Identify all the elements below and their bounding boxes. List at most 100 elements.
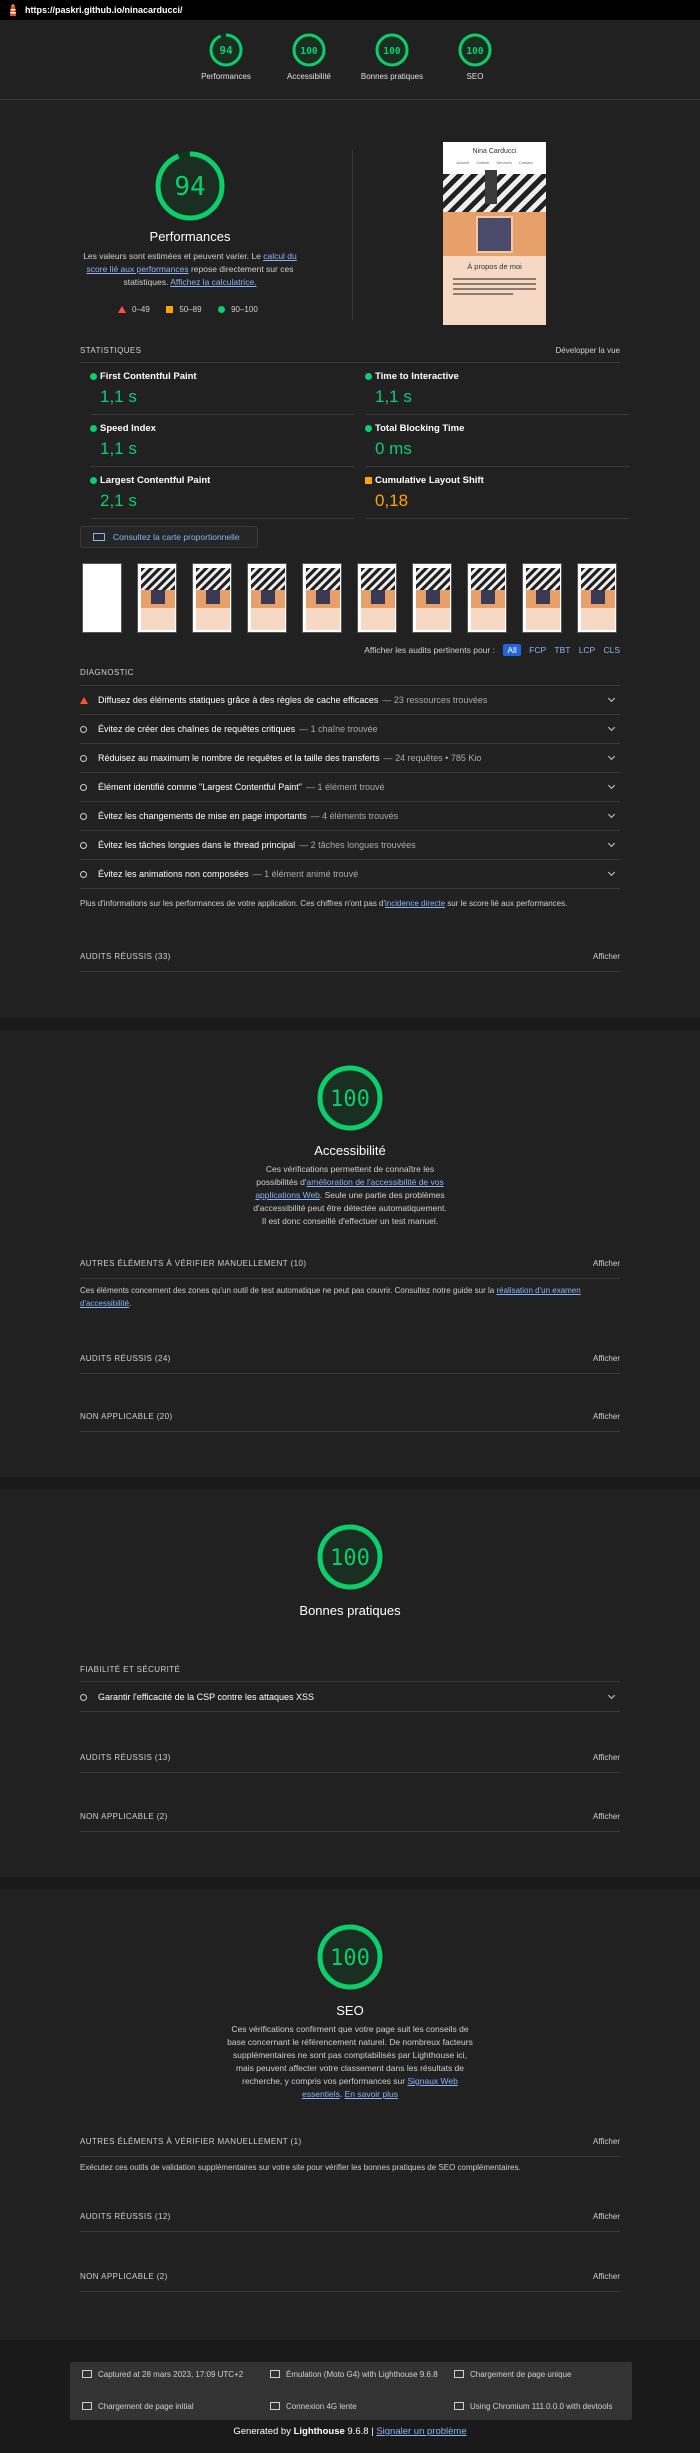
preview-photo bbox=[476, 216, 513, 253]
accessibility-gauge-icon: 100 bbox=[292, 33, 326, 67]
device-icon bbox=[270, 2370, 280, 2378]
audit-title: Évitez les changements de mise en page i… bbox=[98, 811, 307, 821]
not-applicable-seo[interactable]: Non applicable (2) Afficher bbox=[80, 2262, 620, 2292]
single-load-text: Chargement de page unique bbox=[470, 2370, 572, 2379]
preview-figure bbox=[485, 170, 497, 204]
desc-text: Les valeurs sont estimées et peuvent var… bbox=[83, 251, 264, 261]
gauge-score: 94 bbox=[219, 44, 233, 57]
preview-text-line bbox=[453, 278, 536, 280]
gauge-seo[interactable]: 100 SEO bbox=[435, 32, 515, 81]
report-issue-link[interactable]: Signaler un problème bbox=[376, 2426, 466, 2437]
passed-audits-seo[interactable]: Audits réussis (12) Afficher bbox=[80, 2202, 620, 2232]
direct-impact-link[interactable]: incidence directe bbox=[385, 899, 445, 908]
filmstrip-frame bbox=[577, 563, 617, 633]
metric-value: 0,18 bbox=[375, 491, 409, 510]
filter-cls[interactable]: CLS bbox=[603, 645, 620, 655]
chromium-version-text: Using Chromium 111.0.0.0 with devtools bbox=[470, 2402, 613, 2411]
accessibility-score: 100 bbox=[330, 1087, 370, 1112]
audit-item[interactable]: Évitez de créer des chaînes de requêtes … bbox=[80, 715, 620, 744]
filter-all[interactable]: All bbox=[503, 644, 521, 656]
show-toggle[interactable]: Afficher bbox=[593, 1753, 620, 1762]
audit-item[interactable]: Diffusez des éléments statiques grâce à … bbox=[80, 686, 620, 715]
not-applicable-best-practices[interactable]: Non applicable (2) Afficher bbox=[80, 1802, 620, 1832]
group-title: Non applicable (20) bbox=[80, 1412, 173, 1421]
filmstrip-frame bbox=[357, 563, 397, 633]
filter-tbt[interactable]: TBT bbox=[554, 645, 570, 655]
passed-audits-performance[interactable]: Audits réussis (33) Afficher bbox=[80, 942, 620, 972]
generated-version: 9.6.8 | bbox=[344, 2426, 377, 2437]
seo-title: SEO bbox=[336, 2003, 364, 2018]
metric-filter: Afficher les audits pertinents pour : Al… bbox=[350, 644, 620, 656]
filter-lcp[interactable]: LCP bbox=[579, 645, 595, 655]
view-treemap-button[interactable]: Consultez la carte proportionnelle bbox=[80, 526, 258, 548]
chromium-version: Using Chromium 111.0.0.0 with devtools bbox=[454, 2400, 629, 2413]
chevron-down-icon[interactable] bbox=[607, 1691, 616, 1700]
manual-checks-seo[interactable]: Autres éléments à vérifier manuellement … bbox=[80, 2127, 620, 2157]
expand-view-toggle[interactable]: Développer la vue bbox=[556, 346, 620, 355]
score-legend: 0–49 50–89 90–100 bbox=[118, 305, 318, 315]
show-toggle[interactable]: Afficher bbox=[593, 1412, 620, 1421]
group-title: Audits réussis (33) bbox=[80, 952, 171, 961]
audit-item[interactable]: Élément identifié comme "Largest Content… bbox=[80, 773, 620, 802]
gauge-performance[interactable]: 94 Performances bbox=[186, 32, 266, 81]
passed-audits-best-practices[interactable]: Audits réussis (13) Afficher bbox=[80, 1743, 620, 1773]
show-toggle[interactable]: Afficher bbox=[593, 2272, 620, 2281]
audit-item[interactable]: Garantir l'efficacité de la CSP contre l… bbox=[80, 1683, 620, 1712]
note-text: Ces éléments concernent des zones qu'un … bbox=[80, 1286, 497, 1295]
final-screenshot[interactable]: Nina Carducci Accueil Galerie Services C… bbox=[443, 142, 546, 325]
show-toggle[interactable]: Afficher bbox=[593, 1259, 620, 1268]
seo-manual-note: Exécutez ces outils de validation supplé… bbox=[80, 2161, 620, 2174]
info-circle-icon bbox=[80, 812, 87, 820]
seo-description: Ces vérifications confirment que votre p… bbox=[225, 2023, 475, 2101]
manual-checks-accessibility[interactable]: Autres éléments à vérifier manuellement … bbox=[80, 1249, 620, 1279]
metric-tti: Time to Interactive 1,1 s bbox=[365, 363, 630, 415]
show-toggle[interactable]: Afficher bbox=[593, 1812, 620, 1821]
chevron-down-icon[interactable] bbox=[607, 839, 616, 848]
chevron-down-icon[interactable] bbox=[607, 694, 616, 703]
chevron-down-icon[interactable] bbox=[607, 781, 616, 790]
preview-section-title: À propos de moi bbox=[467, 262, 522, 271]
audit-item[interactable]: Évitez les tâches longues dans le thread… bbox=[80, 831, 620, 860]
audit-item[interactable]: Évitez les animations non composées — 1 é… bbox=[80, 860, 620, 889]
filmstrip-frame bbox=[192, 563, 232, 633]
learn-more-link[interactable]: En savoir plus bbox=[345, 2089, 398, 2099]
gauge-accessibility[interactable]: 100 Accessibilité bbox=[269, 32, 349, 81]
pass-icon bbox=[365, 425, 372, 432]
metrics-header-title: Statistiques bbox=[80, 346, 142, 355]
audit-detail: — 23 ressources trouvées bbox=[382, 695, 488, 705]
note-text: sur le score lié aux performances. bbox=[445, 899, 568, 908]
connection: Connexion 4G lente bbox=[270, 2400, 440, 2413]
audit-title: Évitez les animations non composées bbox=[98, 869, 249, 879]
show-toggle[interactable]: Afficher bbox=[593, 952, 620, 961]
audit-title: Évitez les tâches longues dans le thread… bbox=[98, 840, 296, 850]
gauge-best-practices[interactable]: 100 Bonnes pratiques bbox=[352, 32, 432, 81]
note-text: Plus d'informations sur les performances… bbox=[80, 899, 386, 908]
audit-detail: — 1 élément trouvé bbox=[306, 782, 385, 792]
show-toggle[interactable]: Afficher bbox=[593, 1354, 620, 1363]
audit-item[interactable]: Évitez les changements de mise en page i… bbox=[80, 802, 620, 831]
show-toggle[interactable]: Afficher bbox=[593, 2212, 620, 2221]
pass-icon bbox=[90, 373, 97, 380]
not-applicable-accessibility[interactable]: Non applicable (20) Afficher bbox=[80, 1402, 620, 1432]
audit-item[interactable]: Réduisez au maximum le nombre de requête… bbox=[80, 744, 620, 773]
chevron-down-icon[interactable] bbox=[607, 752, 616, 761]
accessibility-description: Ces vérifications permettent de connaîtr… bbox=[250, 1163, 450, 1228]
note-text: Exécutez ces outils de validation supplé… bbox=[80, 2163, 521, 2172]
captured-at-text: Captured at 28 mars 2023, 17:09 UTC+2 bbox=[98, 2370, 244, 2379]
page-url[interactable]: https://paskri.github.io/ninacarducci/ bbox=[25, 5, 183, 15]
legend-pass: 90–100 bbox=[218, 305, 258, 314]
filter-fcp[interactable]: FCP bbox=[529, 645, 546, 655]
chromium-icon bbox=[454, 2402, 464, 2410]
captured-at: Captured at 28 mars 2023, 17:09 UTC+2 bbox=[82, 2368, 252, 2381]
chevron-down-icon[interactable] bbox=[607, 810, 616, 819]
metric-si: Speed Index 1,1 s bbox=[90, 415, 355, 467]
show-toggle[interactable]: Afficher bbox=[593, 2137, 620, 2146]
passed-audits-accessibility[interactable]: Audits réussis (24) Afficher bbox=[80, 1344, 620, 1374]
chevron-down-icon[interactable] bbox=[607, 723, 616, 732]
preview-text-line bbox=[453, 293, 513, 295]
wifi-icon bbox=[270, 2402, 280, 2410]
calculator-link[interactable]: Affichez la calculatrice. bbox=[170, 277, 256, 287]
info-circle-icon bbox=[80, 1693, 87, 1701]
legend-average: 50–89 bbox=[166, 305, 202, 314]
chevron-down-icon[interactable] bbox=[607, 868, 616, 877]
